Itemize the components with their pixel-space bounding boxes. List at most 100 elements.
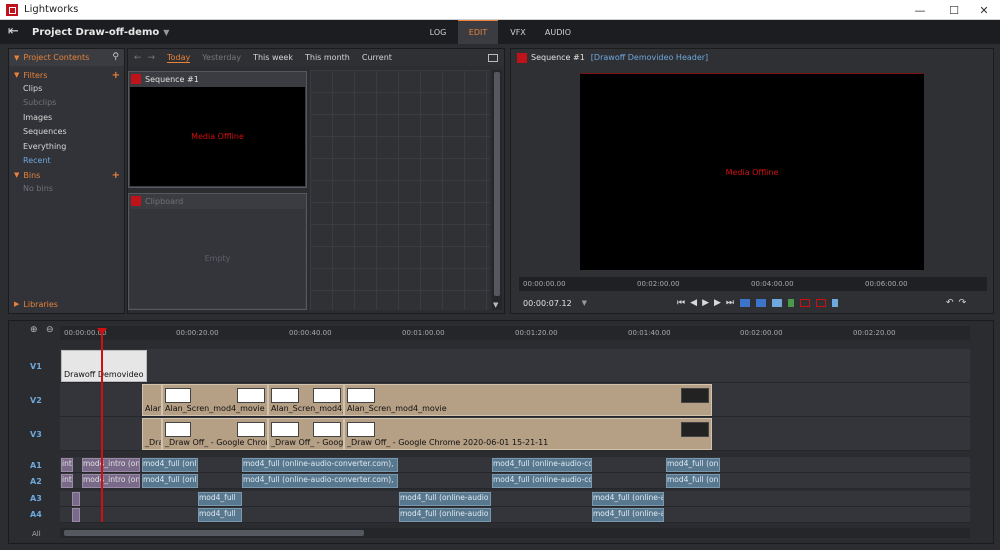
- browser-scrollbar[interactable]: ▼: [492, 70, 502, 310]
- playhead[interactable]: [101, 330, 103, 522]
- timecode-dropdown-icon[interactable]: ▼: [582, 299, 587, 307]
- track-v2-label[interactable]: V2: [30, 396, 42, 405]
- clip-a2[interactable]: mod4_full (on: [666, 474, 720, 488]
- collapse-icon[interactable]: ▼: [14, 54, 19, 62]
- filter-everything[interactable]: Everything: [9, 140, 124, 154]
- timeline-ruler[interactable]: 00:00:00.00 00:00:20.00 00:00:40.00 00:0…: [60, 326, 970, 340]
- back-arrow-icon[interactable]: ←: [134, 53, 142, 63]
- clip-v3[interactable]: _Dra: [142, 418, 162, 450]
- clip-v2[interactable]: Alan: [142, 384, 162, 416]
- track-a4-label[interactable]: A4: [30, 510, 42, 519]
- add-bin-icon[interactable]: +: [112, 170, 120, 181]
- clip-a1[interactable]: mod4_intro (on: [82, 458, 140, 472]
- track-v3-label[interactable]: V3: [30, 430, 42, 439]
- sequence-card[interactable]: Sequence #1 Media Offline: [128, 71, 307, 188]
- clip-v1-header[interactable]: Drawoff Demovideo He: [61, 350, 147, 382]
- project-contents-header[interactable]: ▼ Project Contents ⚲: [9, 49, 124, 66]
- clip-a2[interactable]: mod4_full (onl: [142, 474, 198, 488]
- undo-icon[interactable]: ↶: [946, 298, 954, 308]
- tab-edit[interactable]: EDIT: [458, 20, 498, 44]
- clip-a2[interactable]: mod4_intro (on: [82, 474, 140, 488]
- clip-a4[interactable]: [72, 508, 80, 522]
- clip-a3[interactable]: mod4_full (online-audio: [399, 492, 491, 506]
- timecode-display[interactable]: 00:00:07.12: [523, 299, 572, 308]
- clipboard-card[interactable]: Clipboard Empty: [128, 193, 307, 310]
- forward-arrow-icon[interactable]: →: [148, 53, 156, 63]
- track-a3-label[interactable]: A3: [30, 494, 42, 503]
- scroll-down-icon[interactable]: ▼: [493, 301, 498, 309]
- clip-v2[interactable]: Alan_Scren_mod4_movie: [162, 384, 268, 416]
- go-to-start-icon[interactable]: ⏮: [677, 298, 685, 308]
- replace-icon[interactable]: [816, 299, 827, 307]
- track-a2-label[interactable]: A2: [30, 477, 42, 486]
- timeline-scroll-thumb[interactable]: [64, 530, 364, 536]
- clip-v3[interactable]: _Draw Off_ - Goog: [268, 418, 344, 450]
- clip-v2[interactable]: Alan_Scren_mod4_: [268, 384, 344, 416]
- add-filter-icon[interactable]: +: [112, 70, 120, 81]
- filter-images[interactable]: Images: [9, 111, 124, 125]
- zoom-out-icon[interactable]: ⊖: [46, 325, 54, 335]
- bins-section[interactable]: ▼ Bins +: [9, 168, 124, 182]
- go-to-end-icon[interactable]: ⏭: [726, 298, 734, 308]
- maximize-button[interactable]: ☐: [938, 0, 970, 20]
- step-forward-icon[interactable]: ▶: [714, 298, 721, 308]
- clip-a2[interactable]: intro: [61, 474, 73, 488]
- filter-subclips[interactable]: Subclips: [9, 96, 124, 110]
- grid-view-icon[interactable]: [488, 54, 498, 62]
- clip-a4[interactable]: mod4_full (online-audio: [399, 508, 491, 522]
- libraries-section[interactable]: ▶ Libraries: [9, 297, 124, 311]
- clip-a1[interactable]: mod4_full (online-audio-converter.com),: [242, 458, 398, 472]
- clip-a1[interactable]: mod4_full (onl: [142, 458, 198, 472]
- track-all-label[interactable]: All: [32, 530, 41, 538]
- mark-out-icon[interactable]: [756, 299, 767, 307]
- bins-collapse-icon[interactable]: ▼: [14, 171, 19, 179]
- filters-collapse-icon[interactable]: ▼: [14, 71, 19, 79]
- project-dropdown-icon[interactable]: ▼: [163, 28, 169, 37]
- tab-log[interactable]: LOG: [418, 20, 458, 44]
- minimize-button[interactable]: —: [904, 0, 936, 20]
- mic-icon[interactable]: [832, 299, 839, 307]
- clip-a2[interactable]: mod4_full (online-audio-co: [492, 474, 592, 488]
- tab-vfx[interactable]: VFX: [498, 20, 538, 44]
- filter-today[interactable]: Today: [167, 53, 191, 63]
- audio-marker-icon[interactable]: [772, 299, 783, 307]
- clip-a1[interactable]: intro: [61, 458, 73, 472]
- insert-icon[interactable]: [800, 299, 811, 307]
- clip-a3[interactable]: [72, 492, 80, 506]
- clip-a1[interactable]: mod4_full (online-audio-co: [492, 458, 592, 472]
- close-button[interactable]: ✕: [968, 0, 1000, 20]
- libraries-expand-icon[interactable]: ▶: [14, 300, 19, 308]
- filter-current[interactable]: Current: [362, 53, 392, 62]
- filters-section[interactable]: ▼ Filters +: [9, 68, 124, 82]
- exit-project-icon[interactable]: ⇤: [8, 24, 24, 40]
- clip-a4[interactable]: mod4_full (online-a: [592, 508, 664, 522]
- step-back-icon[interactable]: ◀: [690, 298, 697, 308]
- filter-sequences[interactable]: Sequences: [9, 125, 124, 139]
- project-selector[interactable]: Project Draw-off-demo ▼: [32, 27, 169, 38]
- track-a4[interactable]: [60, 507, 970, 523]
- filter-this-week[interactable]: This week: [253, 53, 293, 62]
- filter-recent[interactable]: Recent: [9, 154, 124, 168]
- clip-v3[interactable]: _Draw Off_ - Google Chrome 2020-06-01 15…: [344, 418, 712, 450]
- redo-icon[interactable]: ↷: [959, 298, 967, 308]
- track-v1-label[interactable]: V1: [30, 362, 42, 371]
- tab-audio[interactable]: AUDIO: [538, 20, 578, 44]
- clip-v2[interactable]: Alan_Scren_mod4_movie: [344, 384, 712, 416]
- green-marker-icon[interactable]: [788, 299, 795, 307]
- clip-a2[interactable]: mod4_full (online-audio-converter.com),: [242, 474, 398, 488]
- clip-a4[interactable]: mod4_full: [198, 508, 242, 522]
- track-a3[interactable]: [60, 491, 970, 507]
- zoom-in-icon[interactable]: ⊕: [30, 325, 38, 335]
- timeline-scrollbar[interactable]: [60, 528, 970, 538]
- play-icon[interactable]: ▶: [702, 298, 709, 308]
- clip-a1[interactable]: mod4_full (on: [666, 458, 720, 472]
- viewer-ruler[interactable]: 00:00:00.00 00:02:00.00 00:04:00.00 00:0…: [519, 277, 987, 291]
- filter-clips[interactable]: Clips: [9, 82, 124, 96]
- browser-scroll-thumb[interactable]: [494, 72, 500, 296]
- clip-v3[interactable]: _Draw Off_ - Google Chrom: [162, 418, 268, 450]
- filter-yesterday[interactable]: Yesterday: [202, 53, 241, 62]
- track-a1-label[interactable]: A1: [30, 461, 42, 470]
- filter-this-month[interactable]: This month: [305, 53, 350, 62]
- search-icon[interactable]: ⚲: [112, 52, 119, 62]
- mark-in-icon[interactable]: [740, 299, 751, 307]
